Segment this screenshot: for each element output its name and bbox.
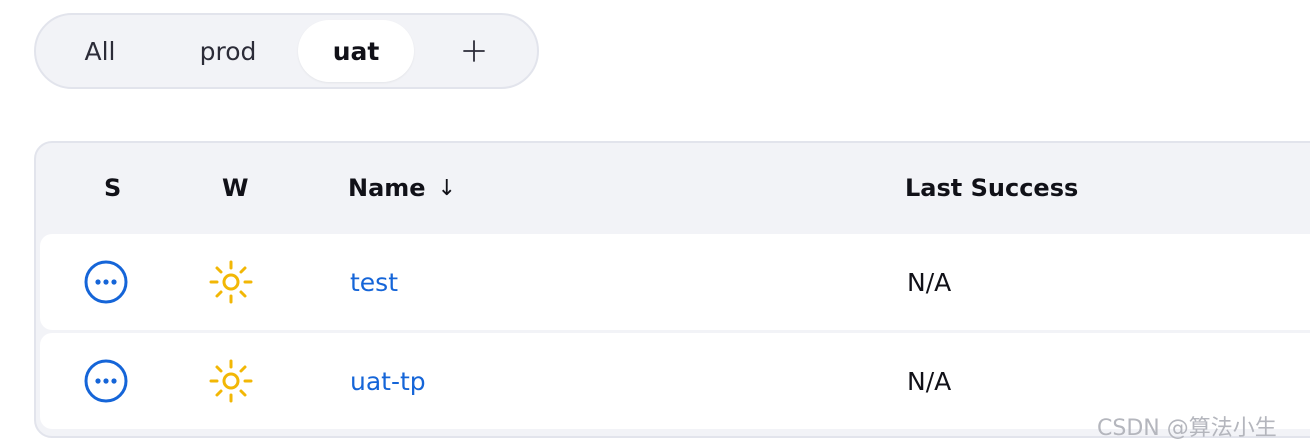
in-progress-ellipsis-icon[interactable] bbox=[83, 358, 129, 404]
tab-uat[interactable]: uat bbox=[298, 20, 414, 82]
last-success-value: N/A bbox=[907, 366, 952, 396]
add-view-button[interactable] bbox=[448, 20, 500, 82]
sort-down-arrow-icon: ↓ bbox=[437, 175, 457, 201]
jenkins-view: All prod uat S W Name ↓ Last Success tes… bbox=[0, 0, 1310, 448]
job-name-link[interactable]: test bbox=[350, 234, 398, 330]
sunny-icon bbox=[209, 359, 253, 403]
job-name-link[interactable]: uat-tp bbox=[350, 333, 426, 429]
in-progress-ellipsis-icon[interactable] bbox=[83, 259, 129, 305]
weather-cell bbox=[208, 333, 254, 429]
plus-icon bbox=[463, 40, 485, 62]
watermark: CSDN @算法小生 bbox=[1097, 416, 1277, 441]
status-cell[interactable] bbox=[83, 234, 129, 330]
jobs-table: S W Name ↓ Last Success test N/A uat-tp … bbox=[34, 141, 1310, 438]
table-header: S W Name ↓ Last Success bbox=[36, 143, 1310, 233]
view-tab-bar: All prod uat bbox=[34, 13, 539, 89]
header-status[interactable]: S bbox=[104, 143, 121, 233]
last-success-value: N/A bbox=[907, 267, 952, 297]
status-cell[interactable] bbox=[83, 333, 129, 429]
table-row: test N/A bbox=[40, 234, 1310, 330]
tab-prod[interactable]: prod bbox=[176, 20, 280, 82]
weather-cell bbox=[208, 234, 254, 330]
header-name-label: Name bbox=[348, 174, 426, 202]
header-name[interactable]: Name ↓ bbox=[348, 143, 456, 233]
header-last-success[interactable]: Last Success bbox=[905, 143, 1078, 233]
tab-all[interactable]: All bbox=[66, 20, 134, 82]
header-weather[interactable]: W bbox=[222, 143, 248, 233]
sunny-icon bbox=[209, 260, 253, 304]
